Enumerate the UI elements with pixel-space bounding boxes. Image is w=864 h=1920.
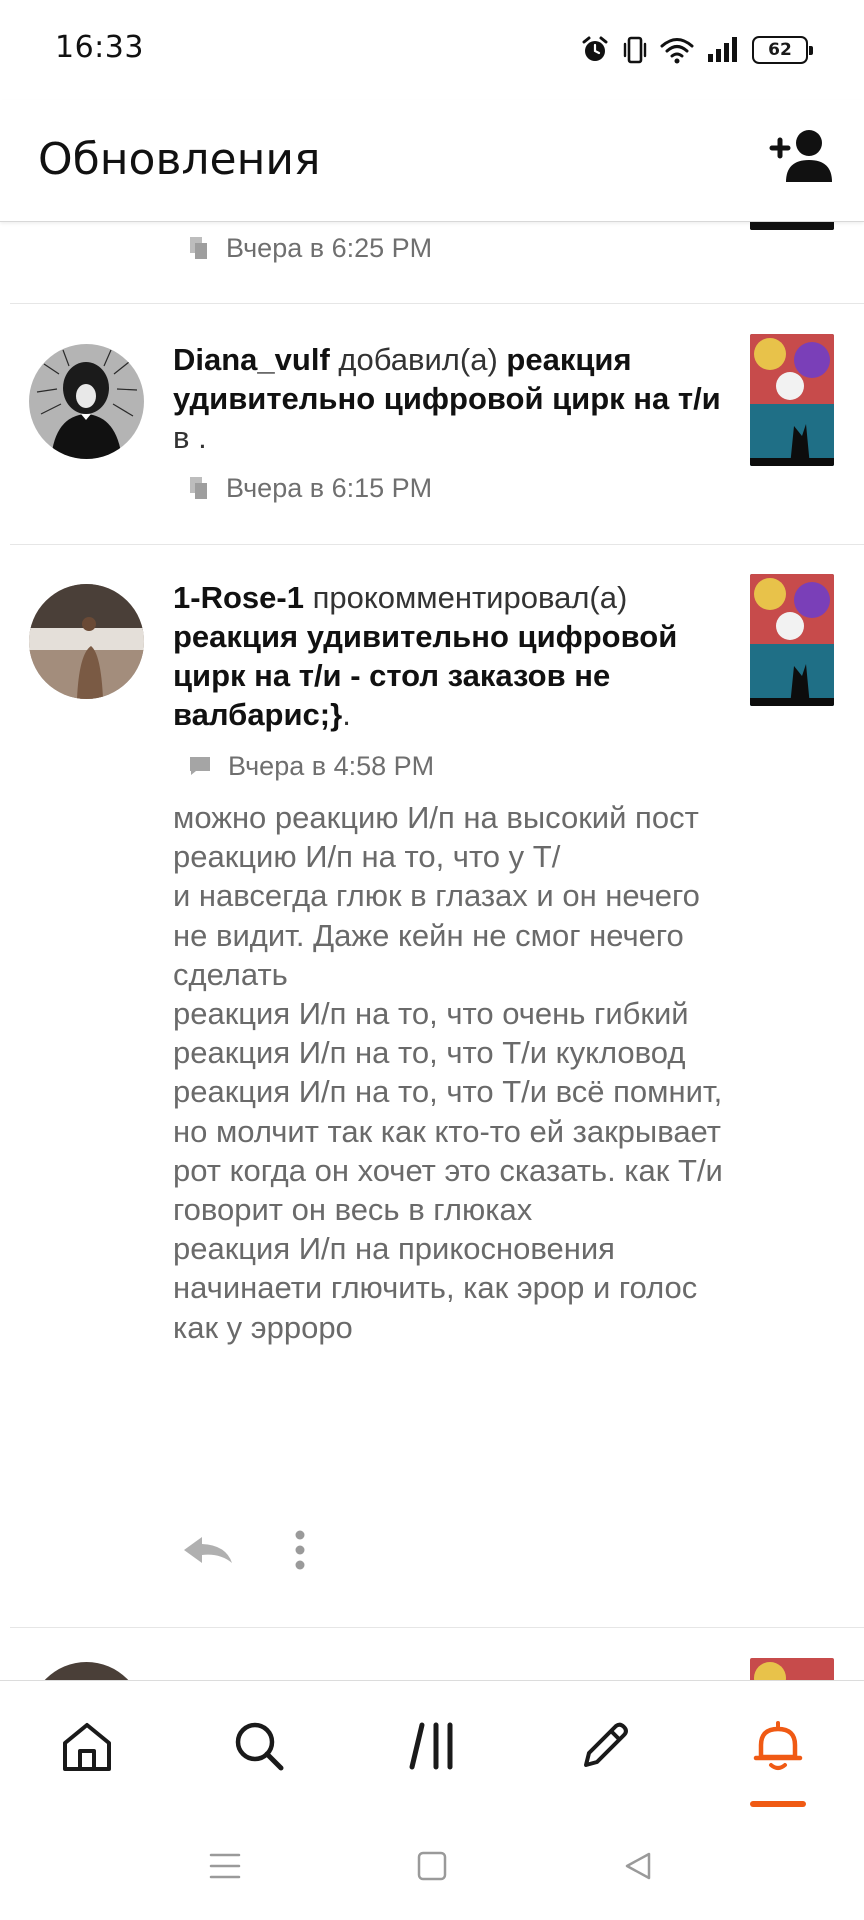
username-link[interactable]: Diana_vulf <box>173 342 330 377</box>
divider <box>10 303 864 304</box>
signal-icon <box>708 37 737 62</box>
item-timestamp: Вчера в 6:15 PM <box>226 472 433 503</box>
system-navigation-bar <box>0 1810 864 1920</box>
story-pages-icon <box>190 477 207 499</box>
nav-notifications[interactable] <box>743 1711 813 1781</box>
app-header: Обновления <box>0 100 864 222</box>
nav-home[interactable] <box>52 1711 122 1781</box>
more-options-icon[interactable] <box>294 1530 306 1570</box>
story-title-link[interactable]: реакция удивительно цифровой цирк на т/и… <box>173 619 677 732</box>
item-meta: Вчера в 4:58 PM <box>188 748 434 784</box>
status-bar: 16:33 62 <box>0 0 864 100</box>
alarm-icon <box>582 36 608 61</box>
divider <box>10 544 864 545</box>
comment-icon <box>190 757 210 775</box>
status-time: 16:33 <box>55 30 144 65</box>
add-user-icon <box>769 130 832 182</box>
comment-actions <box>180 1530 306 1570</box>
avatar[interactable] <box>29 344 144 459</box>
story-thumbnail[interactable] <box>750 334 834 466</box>
story-thumbnail[interactable] <box>750 222 834 230</box>
square-icon <box>417 1851 447 1881</box>
add-user-button[interactable] <box>768 126 838 186</box>
avatar[interactable] <box>29 1662 144 1680</box>
status-icons: 62 <box>580 32 813 68</box>
bell-icon <box>753 1721 803 1770</box>
page-title: Обновления <box>38 134 321 185</box>
home-icon <box>63 1723 111 1771</box>
pencil-icon <box>584 1722 628 1767</box>
bottom-navigation <box>0 1680 864 1810</box>
system-home-button[interactable] <box>412 1846 452 1886</box>
item-suffix: . <box>342 697 351 732</box>
comment-text: можно реакцию И/п на высокий пост реакци… <box>173 800 723 1345</box>
nav-search[interactable] <box>224 1711 294 1781</box>
item-suffix: в . <box>173 420 207 455</box>
story-pages-icon <box>190 237 207 259</box>
item-timestamp: Вчера в 6:25 PM <box>226 232 433 263</box>
nav-library[interactable] <box>398 1711 468 1781</box>
item-meta: Вчера в 6:25 PM <box>188 230 432 266</box>
battery-indicator: 62 <box>752 36 813 64</box>
username-link[interactable]: 1-Rose-1 <box>173 580 304 615</box>
item-meta: Вчера в 6:15 PM <box>188 470 432 506</box>
active-tab-indicator <box>750 1801 806 1807</box>
menu-icon <box>209 1853 241 1879</box>
avatar[interactable] <box>29 584 144 699</box>
wifi-icon <box>660 38 694 64</box>
system-menu-button[interactable] <box>205 1846 245 1886</box>
nav-write[interactable] <box>570 1711 640 1781</box>
item-action: прокомментировал(а) <box>312 580 628 615</box>
back-triangle-icon <box>625 1852 651 1880</box>
item-action: добавил(а) <box>338 342 498 377</box>
updates-feed[interactable]: Вчера в 6:25 PM Diana_vulf добавил(а) ре… <box>0 222 864 1680</box>
item-timestamp: Вчера в 4:58 PM <box>228 750 435 781</box>
story-thumbnail[interactable] <box>750 1658 834 1680</box>
system-back-button[interactable] <box>618 1846 658 1886</box>
item-text[interactable]: Diana_vulf добавил(а) реакция удивительн… <box>173 340 733 457</box>
library-icon <box>409 1722 453 1770</box>
search-icon <box>235 1722 284 1771</box>
divider <box>10 1627 864 1628</box>
item-text[interactable]: 1-Rose-1 прокомментировал(а) реакция уди… <box>173 578 733 734</box>
vibrate-icon <box>623 36 647 64</box>
story-thumbnail[interactable] <box>750 574 834 706</box>
reply-icon[interactable] <box>180 1533 236 1567</box>
